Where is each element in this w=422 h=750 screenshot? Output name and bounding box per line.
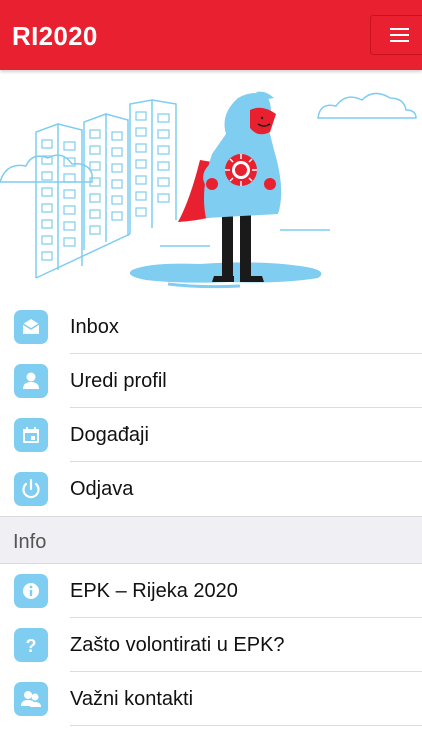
question-icon: ? [14,628,48,662]
section-label: Info [13,531,47,553]
svg-text:?: ? [26,636,37,656]
hero-illustration [0,70,422,300]
app-title: RI2020 [12,21,98,51]
nav-item-events[interactable]: Događaji [0,408,422,462]
app-bar: RI2020 [0,0,422,70]
envelope-icon [14,310,48,344]
info-icon [14,574,48,608]
contacts-icon [14,682,48,716]
person-icon [14,364,48,398]
nav-item-label: Odjava [70,478,134,500]
nav-item-label: Uredi profil [70,370,167,392]
sun-burst-icon [225,154,257,186]
nav-item-label: Zašto volontirati u EPK? [70,634,285,656]
power-icon [14,472,48,506]
divider [70,725,422,726]
nav-item-label: EPK – Rijeka 2020 [70,580,238,602]
calendar-icon [14,418,48,452]
nav-list: Inbox Uredi profil Događaji Odjava Info … [0,300,422,726]
nav-item-inbox[interactable]: Inbox [0,300,422,354]
nav-item-important-contacts[interactable]: Važni kontakti [0,672,422,726]
nav-item-label: Inbox [70,316,119,338]
menu-button[interactable] [370,15,422,55]
nav-item-label: Događaji [70,424,149,446]
nav-item-logout[interactable]: Odjava [0,462,422,516]
nav-item-epk-rijeka[interactable]: EPK – Rijeka 2020 [0,564,422,618]
section-header-info: Info [0,516,422,564]
nav-item-label: Važni kontakti [70,688,194,710]
nav-item-why-volunteer[interactable]: ? Zašto volontirati u EPK? [0,618,422,672]
nav-item-edit-profile[interactable]: Uredi profil [0,354,422,408]
